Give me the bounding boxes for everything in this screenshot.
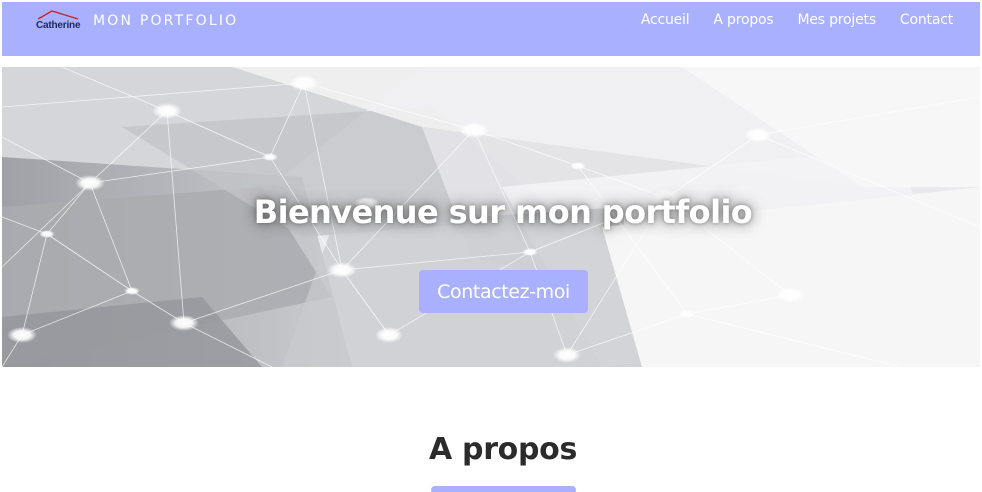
nav-link-mes-projets[interactable]: Mes projets [797,12,876,28]
hero-title: Bienvenue sur mon portfolio [253,193,753,231]
logo-text: Catherine [36,20,81,31]
page: Catherine MON PORTFOLIO Accueil A propos… [0,0,982,492]
nav-link-accueil[interactable]: Accueil [641,12,690,28]
about-title-underline [431,486,576,492]
hero-section: Bienvenue sur mon portfolio Contactez-mo… [2,67,980,367]
logo[interactable]: Catherine [32,8,82,32]
nav-links: Accueil A propos Mes projets Contact [641,12,953,28]
nav-link-contact[interactable]: Contact [900,12,953,28]
about-section-title: A propos [428,432,578,467]
nav-link-a-propos[interactable]: A propos [713,12,773,28]
contact-me-button[interactable]: Contactez-moi [419,270,588,313]
brand-title[interactable]: MON PORTFOLIO [93,13,238,29]
navbar: Catherine MON PORTFOLIO Accueil A propos… [2,2,980,56]
